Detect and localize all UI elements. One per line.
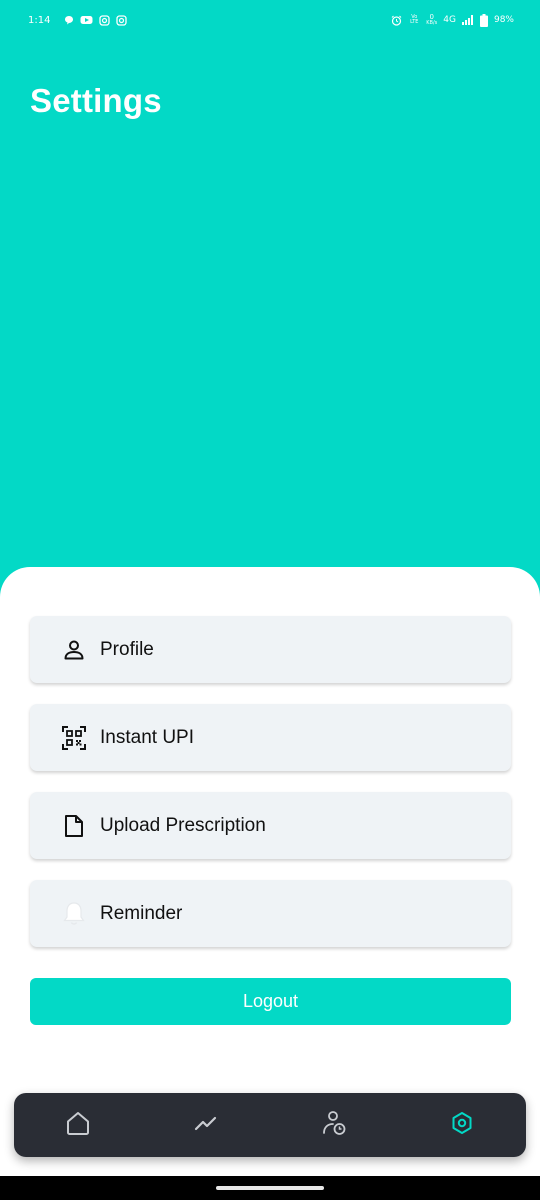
menu-item-profile[interactable]: Profile — [30, 616, 511, 683]
qr-code-icon — [62, 725, 86, 750]
menu-item-upload-prescription[interactable]: Upload Prescription — [30, 792, 511, 859]
menu-item-label: Instant UPI — [100, 726, 194, 748]
status-time: 1:14 — [28, 14, 51, 26]
nav-user-history[interactable] — [318, 1109, 350, 1141]
battery-icon — [479, 13, 488, 27]
home-gesture-handle[interactable] — [216, 1186, 324, 1190]
page-title: Settings — [30, 82, 162, 119]
instagram-icon — [116, 14, 128, 26]
settings-icon — [449, 1110, 475, 1140]
status-bar: 1:14 Vo LTE 0 KB/s 4G 98% — [0, 0, 540, 40]
person-icon — [62, 638, 86, 662]
youtube-icon — [80, 15, 93, 25]
nav-home[interactable] — [62, 1109, 94, 1141]
menu-item-label: Reminder — [100, 902, 183, 924]
volte-indicator: Vo LTE — [410, 14, 419, 25]
status-left: 1:14 — [28, 14, 128, 26]
nav-settings[interactable] — [446, 1109, 478, 1141]
instagram-icon — [99, 14, 111, 26]
network-type: 4G — [443, 15, 456, 25]
bell-icon — [62, 901, 86, 926]
battery-level: 98% — [493, 15, 514, 25]
signal-icon — [461, 15, 474, 25]
menu-item-reminder[interactable]: Reminder — [30, 880, 511, 947]
network-speed-unit: KB/s — [426, 20, 438, 26]
system-navigation-bar — [0, 1176, 540, 1200]
home-icon — [64, 1109, 92, 1141]
document-icon — [62, 814, 86, 838]
status-right: Vo LTE 0 KB/s 4G 98% — [391, 13, 514, 27]
alarm-icon — [391, 15, 402, 26]
bottom-nav — [14, 1093, 526, 1157]
menu-item-instant-upi[interactable]: Instant UPI — [30, 704, 511, 771]
trend-icon — [193, 1110, 219, 1140]
network-speed: 0 KB/s — [426, 14, 438, 27]
nav-trends[interactable] — [190, 1109, 222, 1141]
user-clock-icon — [320, 1109, 348, 1141]
logout-button[interactable]: Logout — [30, 978, 511, 1025]
menu-item-label: Upload Prescription — [100, 814, 266, 836]
menu-item-label: Profile — [100, 638, 154, 660]
chat-icon — [64, 15, 74, 25]
